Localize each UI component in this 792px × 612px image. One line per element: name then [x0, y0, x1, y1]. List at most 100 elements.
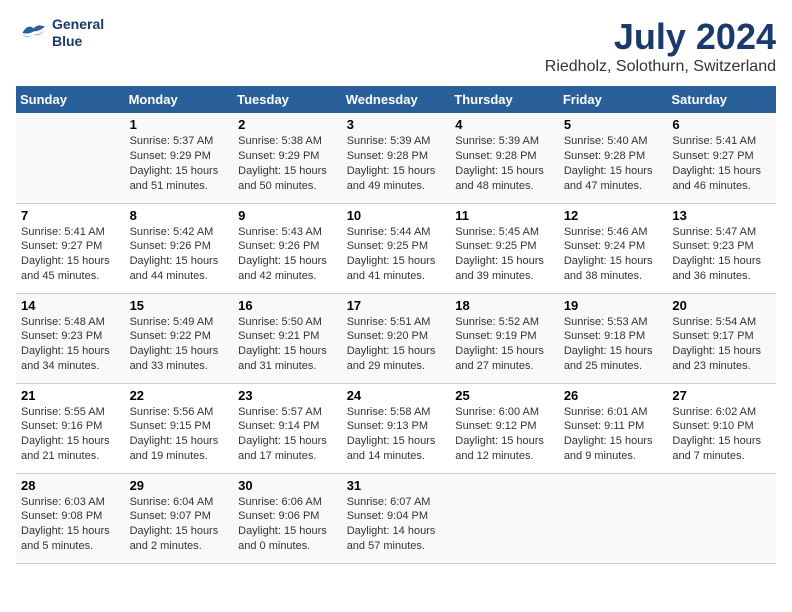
- header: General Blue July 2024 Riedholz, Solothu…: [16, 16, 776, 76]
- calendar-cell: 9 Sunrise: 5:43 AM Sunset: 9:26 PM Daylig…: [233, 203, 342, 293]
- day-number: 25: [455, 388, 554, 403]
- header-day: Friday: [559, 86, 668, 113]
- day-info: Sunrise: 5:38 AM Sunset: 9:29 PM Dayligh…: [238, 134, 337, 193]
- calendar-cell: 7 Sunrise: 5:41 AM Sunset: 9:27 PM Daylig…: [16, 203, 125, 293]
- calendar-cell: [450, 473, 559, 563]
- logo-text: General Blue: [52, 16, 104, 50]
- day-info: Sunrise: 6:00 AM Sunset: 9:12 PM Dayligh…: [455, 405, 554, 464]
- day-number: 20: [672, 298, 771, 313]
- calendar-cell: 21 Sunrise: 5:55 AM Sunset: 9:16 PM Dayli…: [16, 383, 125, 473]
- day-info: Sunrise: 5:50 AM Sunset: 9:21 PM Dayligh…: [238, 315, 337, 374]
- day-info: Sunrise: 5:47 AM Sunset: 9:23 PM Dayligh…: [672, 225, 771, 284]
- calendar-cell: 8 Sunrise: 5:42 AM Sunset: 9:26 PM Daylig…: [125, 203, 234, 293]
- day-number: 31: [347, 478, 446, 493]
- day-info: Sunrise: 5:39 AM Sunset: 9:28 PM Dayligh…: [347, 134, 446, 193]
- calendar-cell: 3 Sunrise: 5:39 AM Sunset: 9:28 PM Daylig…: [342, 113, 451, 203]
- day-number: 3: [347, 117, 446, 132]
- day-info: Sunrise: 5:37 AM Sunset: 9:29 PM Dayligh…: [130, 134, 229, 193]
- header-day: Monday: [125, 86, 234, 113]
- day-info: Sunrise: 5:57 AM Sunset: 9:14 PM Dayligh…: [238, 405, 337, 464]
- day-number: 24: [347, 388, 446, 403]
- day-info: Sunrise: 5:43 AM Sunset: 9:26 PM Dayligh…: [238, 225, 337, 284]
- day-info: Sunrise: 5:51 AM Sunset: 9:20 PM Dayligh…: [347, 315, 446, 374]
- calendar-cell: 29 Sunrise: 6:04 AM Sunset: 9:07 PM Dayli…: [125, 473, 234, 563]
- day-info: Sunrise: 5:49 AM Sunset: 9:22 PM Dayligh…: [130, 315, 229, 374]
- day-number: 17: [347, 298, 446, 313]
- calendar-cell: 5 Sunrise: 5:40 AM Sunset: 9:28 PM Daylig…: [559, 113, 668, 203]
- week-row: 1 Sunrise: 5:37 AM Sunset: 9:29 PM Daylig…: [16, 113, 776, 203]
- day-number: 16: [238, 298, 337, 313]
- header-day: Tuesday: [233, 86, 342, 113]
- header-day: Saturday: [667, 86, 776, 113]
- calendar-cell: 6Sunrise: 5:41 AM Sunset: 9:27 PM Daylig…: [667, 113, 776, 203]
- day-number: 30: [238, 478, 337, 493]
- day-info: Sunrise: 5:39 AM Sunset: 9:28 PM Dayligh…: [455, 134, 554, 193]
- day-info: Sunrise: 5:45 AM Sunset: 9:25 PM Dayligh…: [455, 225, 554, 284]
- day-info: Sunrise: 6:04 AM Sunset: 9:07 PM Dayligh…: [130, 495, 229, 554]
- day-info: Sunrise: 6:01 AM Sunset: 9:11 PM Dayligh…: [564, 405, 663, 464]
- week-row: 14 Sunrise: 5:48 AM Sunset: 9:23 PM Dayli…: [16, 293, 776, 383]
- calendar-cell: 22 Sunrise: 5:56 AM Sunset: 9:15 PM Dayli…: [125, 383, 234, 473]
- calendar-cell: 27Sunrise: 6:02 AM Sunset: 9:10 PM Dayli…: [667, 383, 776, 473]
- day-info: Sunrise: 5:54 AM Sunset: 9:17 PM Dayligh…: [672, 315, 771, 374]
- day-number: 12: [564, 208, 663, 223]
- calendar-table: SundayMondayTuesdayWednesdayThursdayFrid…: [16, 86, 776, 564]
- calendar-cell: 20 Sunrise: 5:54 AM Sunset: 9:17 PM Dayli…: [667, 293, 776, 383]
- calendar-cell: [667, 473, 776, 563]
- day-info: Sunrise: 6:07 AM Sunset: 9:04 PM Dayligh…: [347, 495, 446, 554]
- day-number: 9: [238, 208, 337, 223]
- calendar-cell: 26 Sunrise: 6:01 AM Sunset: 9:11 PM Dayli…: [559, 383, 668, 473]
- logo-icon: [16, 17, 48, 49]
- day-number: 26: [564, 388, 663, 403]
- day-number: 19: [564, 298, 663, 313]
- calendar-cell: 23 Sunrise: 5:57 AM Sunset: 9:14 PM Dayli…: [233, 383, 342, 473]
- day-info: Sunrise: 5:44 AM Sunset: 9:25 PM Dayligh…: [347, 225, 446, 284]
- day-info: Sunrise: 5:55 AM Sunset: 9:16 PM Dayligh…: [21, 405, 120, 464]
- day-number: 29: [130, 478, 229, 493]
- day-number: 15: [130, 298, 229, 313]
- day-info: Sunrise: 6:02 AM Sunset: 9:10 PM Dayligh…: [672, 405, 771, 464]
- week-row: 21 Sunrise: 5:55 AM Sunset: 9:16 PM Dayli…: [16, 383, 776, 473]
- day-number: 8: [130, 208, 229, 223]
- header-day: Thursday: [450, 86, 559, 113]
- day-info: Sunrise: 5:41 AM Sunset: 9:27 PM Dayligh…: [672, 134, 771, 193]
- day-number: 18: [455, 298, 554, 313]
- day-info: Sunrise: 5:41 AM Sunset: 9:27 PM Dayligh…: [21, 225, 120, 284]
- day-info: Sunrise: 5:46 AM Sunset: 9:24 PM Dayligh…: [564, 225, 663, 284]
- day-info: Sunrise: 5:48 AM Sunset: 9:23 PM Dayligh…: [21, 315, 120, 374]
- calendar-cell: 13 Sunrise: 5:47 AM Sunset: 9:23 PM Dayli…: [667, 203, 776, 293]
- day-number: 28: [21, 478, 120, 493]
- calendar-cell: 28Sunrise: 6:03 AM Sunset: 9:08 PM Dayli…: [16, 473, 125, 563]
- calendar-cell: 12 Sunrise: 5:46 AM Sunset: 9:24 PM Dayli…: [559, 203, 668, 293]
- calendar-cell: 17 Sunrise: 5:51 AM Sunset: 9:20 PM Dayli…: [342, 293, 451, 383]
- day-number: 14: [21, 298, 120, 313]
- day-number: 5: [564, 117, 663, 132]
- subtitle: Riedholz, Solothurn, Switzerland: [545, 58, 776, 76]
- day-info: Sunrise: 5:58 AM Sunset: 9:13 PM Dayligh…: [347, 405, 446, 464]
- day-number: 1: [130, 117, 229, 132]
- title-area: July 2024 Riedholz, Solothurn, Switzerla…: [545, 16, 776, 76]
- day-number: 11: [455, 208, 554, 223]
- week-row: 7 Sunrise: 5:41 AM Sunset: 9:27 PM Daylig…: [16, 203, 776, 293]
- day-info: Sunrise: 6:06 AM Sunset: 9:06 PM Dayligh…: [238, 495, 337, 554]
- day-info: Sunrise: 5:56 AM Sunset: 9:15 PM Dayligh…: [130, 405, 229, 464]
- calendar-cell: 16 Sunrise: 5:50 AM Sunset: 9:21 PM Dayli…: [233, 293, 342, 383]
- day-number: 22: [130, 388, 229, 403]
- logo: General Blue: [16, 16, 104, 50]
- day-number: 21: [21, 388, 120, 403]
- calendar-cell: 19 Sunrise: 5:53 AM Sunset: 9:18 PM Dayli…: [559, 293, 668, 383]
- day-number: 23: [238, 388, 337, 403]
- day-info: Sunrise: 5:40 AM Sunset: 9:28 PM Dayligh…: [564, 134, 663, 193]
- main-title: July 2024: [545, 16, 776, 58]
- day-info: Sunrise: 5:53 AM Sunset: 9:18 PM Dayligh…: [564, 315, 663, 374]
- week-row: 28Sunrise: 6:03 AM Sunset: 9:08 PM Dayli…: [16, 473, 776, 563]
- calendar-cell: 10Sunrise: 5:44 AM Sunset: 9:25 PM Dayli…: [342, 203, 451, 293]
- calendar-cell: 18Sunrise: 5:52 AM Sunset: 9:19 PM Dayli…: [450, 293, 559, 383]
- day-info: Sunrise: 5:42 AM Sunset: 9:26 PM Dayligh…: [130, 225, 229, 284]
- calendar-cell: 2Sunrise: 5:38 AM Sunset: 9:29 PM Daylig…: [233, 113, 342, 203]
- day-number: 13: [672, 208, 771, 223]
- calendar-cell: 24 Sunrise: 5:58 AM Sunset: 9:13 PM Dayli…: [342, 383, 451, 473]
- header-row: SundayMondayTuesdayWednesdayThursdayFrid…: [16, 86, 776, 113]
- day-number: 7: [21, 208, 120, 223]
- calendar-cell: [16, 113, 125, 203]
